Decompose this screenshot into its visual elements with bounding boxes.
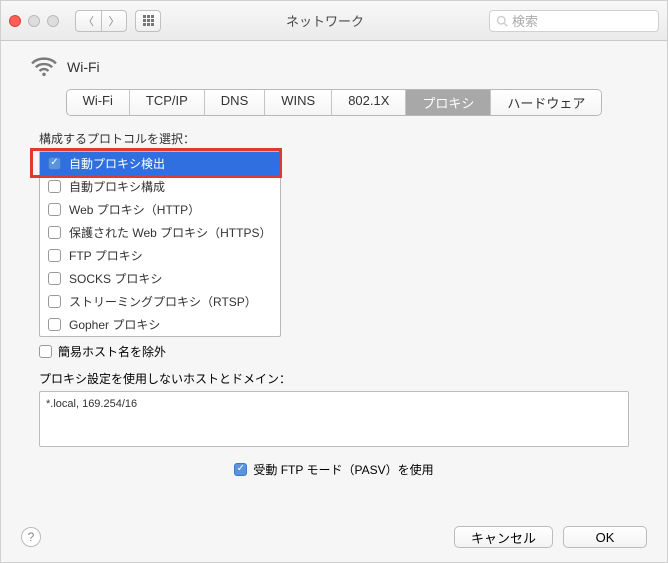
ok-button[interactable]: OK xyxy=(563,526,647,548)
interface-header: Wi-Fi xyxy=(31,57,641,77)
tab-wins[interactable]: WINS xyxy=(265,90,332,115)
protocol-checkbox[interactable] xyxy=(48,226,61,239)
forward-button[interactable]: 〉 xyxy=(101,10,127,32)
exclude-simple-hostnames-label: 簡易ホスト名を除外 xyxy=(58,343,166,360)
zoom-window-button[interactable] xyxy=(47,15,59,27)
protocol-checkbox[interactable] xyxy=(48,203,61,216)
show-all-button[interactable] xyxy=(135,10,161,32)
protocol-checkbox[interactable] xyxy=(48,180,61,193)
protocol-item[interactable]: FTP プロキシ xyxy=(40,244,280,267)
protocol-label: 保護された Web プロキシ（HTTPS） xyxy=(69,224,271,241)
wifi-icon xyxy=(31,57,57,77)
bypass-textarea[interactable]: *.local, 169.254/16 xyxy=(39,391,629,447)
protocol-checkbox[interactable] xyxy=(48,295,61,308)
close-window-button[interactable] xyxy=(9,15,21,27)
protocol-list[interactable]: 自動プロキシ検出自動プロキシ構成 Web プロキシ（HTTP） 保護された Web … xyxy=(39,151,281,337)
protocol-label: SOCKS プロキシ xyxy=(69,270,162,287)
search-placeholder: 検索 xyxy=(512,11,538,30)
tab-ハードウェア[interactable]: ハードウェア xyxy=(491,90,601,115)
protocol-label: Gopher プロキシ xyxy=(69,316,160,333)
bypass-value: *.local, 169.254/16 xyxy=(46,398,137,410)
traffic-lights xyxy=(9,15,59,27)
protocol-item[interactable]: Gopher プロキシ xyxy=(40,313,280,336)
tab-bar: Wi-FiTCP/IPDNSWINS802.1Xプロキシハードウェア xyxy=(66,89,603,116)
help-button[interactable]: ? xyxy=(21,527,41,547)
exclude-simple-hostnames-checkbox[interactable] xyxy=(39,345,52,358)
protocol-checkbox[interactable] xyxy=(48,272,61,285)
network-preferences-window: 〈 〉 ネットワーク 検索 Wi-Fi Wi-FiTCP/IPDNSWINS80… xyxy=(0,0,668,563)
protocol-checkbox[interactable] xyxy=(48,157,61,170)
minimize-window-button[interactable] xyxy=(28,15,40,27)
bypass-label: プロキシ設定を使用しないホストとドメイン： xyxy=(39,370,641,387)
tab-802.1x[interactable]: 802.1X xyxy=(332,90,406,115)
search-field[interactable]: 検索 xyxy=(489,10,659,32)
protocol-section-label: 構成するプロトコルを選択： xyxy=(39,130,641,147)
protocol-label: ストリーミングプロキシ（RTSP） xyxy=(69,293,257,310)
protocol-label: 自動プロキシ構成 xyxy=(69,178,165,195)
protocol-item[interactable]: 自動プロキシ構成 xyxy=(40,175,280,198)
passive-ftp-label: 受動 FTP モード（PASV）を使用 xyxy=(253,461,433,478)
footer: ? キャンセル OK xyxy=(1,526,667,548)
passive-ftp-row[interactable]: 受動 FTP モード（PASV）を使用 xyxy=(27,461,641,478)
protocol-item[interactable]: SOCKS プロキシ xyxy=(40,267,280,290)
protocol-checkbox[interactable] xyxy=(48,318,61,331)
protocol-item[interactable]: 自動プロキシ検出 xyxy=(40,152,280,175)
window-title: ネットワーク xyxy=(169,11,481,30)
protocol-label: 自動プロキシ検出 xyxy=(69,155,165,172)
tab-bar-container: Wi-FiTCP/IPDNSWINS802.1Xプロキシハードウェア xyxy=(55,89,613,116)
nav-buttons: 〈 〉 xyxy=(75,10,127,32)
tab-tcp/ip[interactable]: TCP/IP xyxy=(130,90,205,115)
tab-dns[interactable]: DNS xyxy=(205,90,265,115)
protocol-label: Web プロキシ（HTTP） xyxy=(69,201,200,218)
cancel-button[interactable]: キャンセル xyxy=(454,526,553,548)
protocol-item[interactable]: 保護された Web プロキシ（HTTPS） xyxy=(40,221,280,244)
tab-wi-fi[interactable]: Wi-Fi xyxy=(67,90,130,115)
back-button[interactable]: 〈 xyxy=(75,10,101,32)
window-toolbar: 〈 〉 ネットワーク 検索 xyxy=(1,1,667,41)
interface-title: Wi-Fi xyxy=(67,59,100,75)
search-icon xyxy=(496,15,508,27)
protocol-checkbox[interactable] xyxy=(48,249,61,262)
protocol-item[interactable]: ストリーミングプロキシ（RTSP） xyxy=(40,290,280,313)
passive-ftp-checkbox[interactable] xyxy=(234,463,247,476)
exclude-simple-hostnames-row[interactable]: 簡易ホスト名を除外 xyxy=(39,343,641,360)
content-area: Wi-Fi Wi-FiTCP/IPDNSWINS802.1Xプロキシハードウェア… xyxy=(1,41,667,518)
protocol-label: FTP プロキシ xyxy=(69,247,143,264)
grid-icon xyxy=(143,15,154,26)
protocol-item[interactable]: Web プロキシ（HTTP） xyxy=(40,198,280,221)
tab-プロキシ[interactable]: プロキシ xyxy=(406,90,491,115)
